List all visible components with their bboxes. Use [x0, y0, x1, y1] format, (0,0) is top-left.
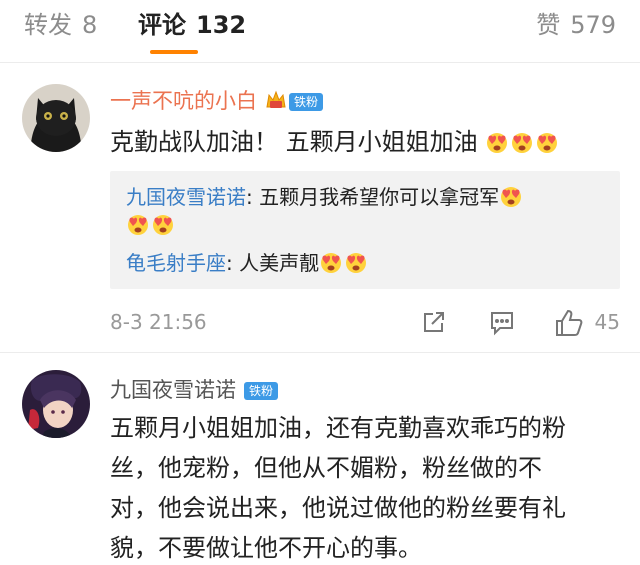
love-heart-emoji	[535, 126, 559, 153]
username-text: 一声不吭的小白	[110, 89, 257, 113]
tab-likes-count: 579	[570, 11, 616, 39]
comment-username[interactable]: 九国夜雪诺诺 铁粉	[110, 376, 279, 404]
tab-comments-label: 评论	[138, 11, 186, 39]
tab-repost[interactable]: 转发 8	[24, 8, 97, 42]
comment-timestamp: 8-3 21:56	[110, 310, 207, 334]
reply-text: 人美声靓	[239, 251, 320, 275]
like-count: 45	[594, 310, 620, 334]
love-heart-emoji	[126, 212, 150, 236]
crown-icon	[265, 89, 287, 118]
divider	[0, 62, 640, 63]
comment-icon[interactable]	[488, 308, 516, 340]
reply-separator: :	[246, 185, 260, 209]
reply-username[interactable]: 九国夜雪诺诺	[126, 185, 246, 209]
reply-item[interactable]: 龟毛射手座: 人美声靓	[126, 249, 606, 277]
fan-badge: 铁粉	[244, 382, 279, 400]
tab-comments-count: 132	[196, 11, 247, 39]
comment-username[interactable]: 一声不吭的小白 铁粉	[110, 87, 324, 118]
tab-likes-label: 赞	[536, 11, 561, 39]
tab-repost-label: 转发	[24, 11, 72, 39]
comment-tabs: 转发 8 评论 132 赞 579	[0, 0, 640, 62]
comment-line: 丝，他宠粉，但他从不媚粉，粉丝做的不	[110, 454, 542, 482]
comment-body: 克勤战队加油！ 五颗月小姐姐加油	[110, 128, 478, 156]
comment-text: 五颗月小姐姐加油，还有克勤喜欢乖巧的粉 丝，他宠粉，但他从不媚粉，粉丝做的不 对…	[110, 408, 620, 565]
love-heart-emoji	[319, 250, 343, 274]
love-heart-emoji	[510, 126, 534, 153]
reply-item[interactable]: 九国夜雪诺诺: 五颗月我希望你可以拿冠军	[126, 183, 606, 239]
love-heart-emoji	[499, 184, 523, 208]
comment-line: 五颗月小姐姐加油，还有克勤喜欢乖巧的粉	[110, 414, 566, 442]
tab-likes[interactable]: 赞 579	[536, 8, 616, 42]
comment-meta-row: 8-3 21:56 45	[110, 308, 620, 338]
reply-username[interactable]: 龟毛射手座	[126, 251, 226, 275]
fan-badge: 铁粉	[289, 93, 324, 111]
share-icon[interactable]	[420, 308, 448, 340]
avatar[interactable]	[22, 370, 90, 438]
reply-separator: :	[226, 251, 240, 275]
divider	[0, 352, 640, 353]
username-text: 九国夜雪诺诺	[110, 378, 236, 402]
comment-text: 克勤战队加油！ 五颗月小姐姐加油	[110, 122, 560, 162]
tab-comments[interactable]: 评论 132	[138, 8, 246, 42]
tab-repost-count: 8	[82, 11, 98, 39]
comment-line: 貌，不要做让他不开心的事。	[110, 534, 422, 562]
love-heart-emoji	[485, 126, 509, 153]
comment-line: 对，他会说出来，他说过做他的粉丝要有礼	[110, 494, 566, 522]
reply-text: 五颗月我希望你可以拿冠军	[259, 185, 500, 209]
love-heart-emoji	[151, 212, 175, 236]
like-icon[interactable]	[554, 308, 584, 342]
reply-box[interactable]: 九国夜雪诺诺: 五颗月我希望你可以拿冠军 龟毛射手座: 人美声靓	[110, 171, 620, 289]
avatar[interactable]	[22, 84, 90, 152]
active-tab-indicator	[150, 50, 198, 54]
love-heart-emoji	[344, 250, 368, 274]
